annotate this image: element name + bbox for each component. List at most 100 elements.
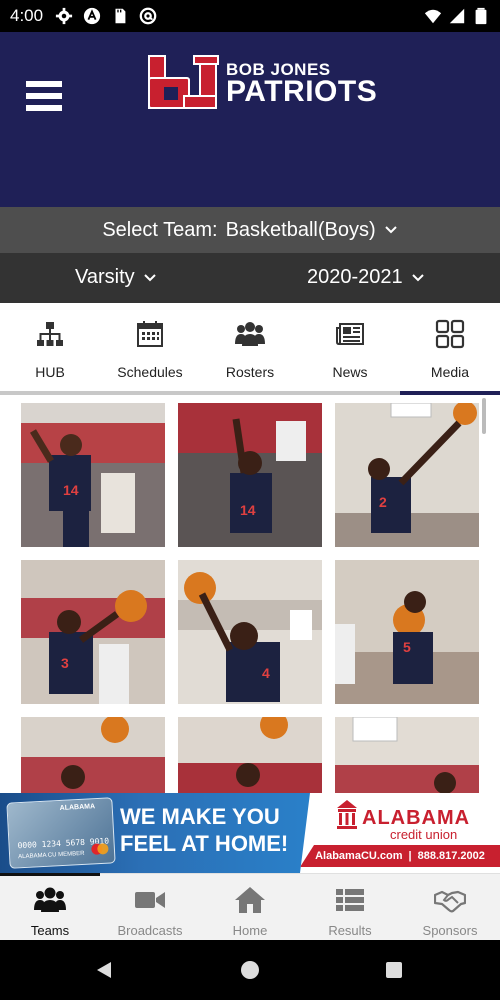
photo-image	[178, 717, 322, 793]
tab-schedules[interactable]: Schedules	[100, 303, 200, 395]
tab-label: Media	[430, 364, 470, 380]
team-select-value: Basketball(Boys)	[225, 218, 376, 241]
section-tabs: HUB Schedules Rosters News Media	[0, 303, 500, 395]
team-logo: BOB JONES PATRIOTS	[148, 52, 378, 112]
status-left-icons	[55, 7, 157, 25]
photo-image: 5	[335, 560, 479, 704]
sitemap-icon	[37, 322, 63, 346]
ad-brand-sub: credit union	[390, 827, 458, 842]
ad-left-panel: ALABAMA 0000 1234 5678 9010 ALABAMA CU M…	[0, 793, 310, 873]
tab-label: News	[332, 364, 368, 380]
nav-label: Broadcasts	[117, 923, 183, 938]
tab-news[interactable]: News	[300, 303, 400, 395]
tab-label: Schedules	[117, 364, 183, 380]
team-select-prefix: Select Team:	[102, 218, 218, 241]
sponsor-ad-banner[interactable]: ALABAMA 0000 1234 5678 9010 ALABAMA CU M…	[0, 793, 500, 873]
nav-broadcasts[interactable]: Broadcasts	[100, 874, 200, 940]
recents-icon[interactable]	[384, 960, 404, 980]
ad-contact-bar: AlabamaCU.com | 888.817.2002	[300, 845, 500, 867]
grid-scrollbar[interactable]	[482, 398, 486, 434]
photo-image	[21, 717, 165, 793]
jersey-number: 14	[63, 482, 79, 498]
ad-right-panel: ALABAMA credit union AlabamaCU.com | 888…	[300, 793, 500, 873]
ad-slogan-line2: FEEL AT HOME!	[120, 831, 289, 856]
nav-home[interactable]: Home	[200, 874, 300, 940]
nav-label: Results	[328, 923, 372, 938]
tab-rosters[interactable]: Rosters	[200, 303, 300, 395]
photo-thumbnail[interactable]: 4	[178, 560, 322, 704]
card-logo-text: ALABAMA	[59, 803, 96, 813]
photo-thumbnail[interactable]: 14	[178, 403, 322, 547]
photo-image	[335, 717, 479, 793]
wifi-icon	[424, 9, 442, 24]
app-header: BOB JONES PATRIOTS	[0, 32, 500, 207]
photo-image: 14	[21, 403, 165, 547]
nav-sponsors[interactable]: Sponsors	[400, 874, 500, 940]
menu-button[interactable]	[26, 81, 62, 111]
chevron-down-icon	[384, 226, 397, 234]
photo-thumbnail[interactable]	[178, 717, 322, 793]
nav-active-indicator	[0, 873, 100, 876]
menu-bar	[26, 93, 62, 99]
season-select[interactable]: 2020-2021	[307, 266, 425, 289]
signal-icon	[449, 8, 465, 24]
ad-separator: |	[408, 850, 412, 862]
photo-thumbnail[interactable]: 2	[335, 403, 479, 547]
video-camera-icon	[135, 892, 165, 908]
photo-thumbnail[interactable]: 3	[21, 560, 165, 704]
photo-thumbnail[interactable]	[335, 717, 479, 793]
tab-media[interactable]: Media	[400, 303, 500, 395]
nav-label: Teams	[30, 923, 70, 938]
sub-select-bar: Varsity 2020-2021	[0, 253, 500, 303]
jersey-number: 5	[403, 639, 411, 655]
chevron-down-icon	[143, 273, 156, 281]
nav-label: Home	[232, 923, 268, 938]
calendar-icon	[137, 321, 163, 347]
jersey-number: 2	[379, 494, 387, 510]
media-photo-grid: 14 14 2 3 4 5	[0, 395, 500, 793]
grid-icon	[435, 319, 465, 349]
ad-website: AlabamaCU.com	[315, 850, 403, 862]
bottom-navigation: Teams Broadcasts Home Results Sponsors	[0, 873, 500, 940]
jersey-number: 4	[262, 665, 270, 681]
card-holder: ALABAMA CU MEMBER	[18, 850, 85, 861]
nav-label: Sponsors	[422, 923, 478, 938]
users-icon	[34, 887, 66, 912]
photo-image: 2	[335, 403, 479, 547]
tab-label: HUB	[35, 364, 65, 380]
list-icon	[336, 889, 364, 911]
home-icon	[235, 887, 265, 913]
menu-bar	[26, 105, 62, 111]
nav-results[interactable]: Results	[300, 874, 400, 940]
bank-building-icon	[337, 800, 357, 829]
system-navigation-bar	[0, 940, 500, 1000]
jersey-number: 3	[61, 655, 69, 671]
status-time: 4:00	[10, 6, 44, 25]
home-circle-icon[interactable]	[240, 960, 260, 980]
season-select-value: 2020-2021	[307, 266, 403, 288]
mastercard-icon	[91, 843, 109, 855]
bj-logo-mark	[148, 55, 219, 109]
handshake-icon	[434, 890, 466, 913]
nav-teams[interactable]: Teams	[0, 873, 100, 940]
status-bar: 4:00	[0, 0, 500, 32]
back-icon[interactable]	[94, 960, 114, 980]
team-select[interactable]: Select Team: Basketball(Boys)	[0, 207, 500, 253]
menu-bar	[26, 81, 62, 87]
newspaper-icon	[336, 323, 364, 345]
battery-icon	[475, 7, 487, 25]
gear-icon	[55, 7, 73, 25]
photo-thumbnail[interactable]: 5	[335, 560, 479, 704]
photo-thumbnail[interactable]	[21, 717, 165, 793]
tab-hub[interactable]: HUB	[0, 303, 100, 395]
level-select[interactable]: Varsity	[75, 266, 157, 289]
at-icon	[139, 7, 157, 25]
ad-phone: 888.817.2002	[417, 850, 485, 862]
ad-slogan-line1: WE MAKE YOU	[120, 804, 280, 829]
app-a-icon	[83, 7, 101, 25]
photo-thumbnail[interactable]: 14	[21, 403, 165, 547]
sd-card-icon	[115, 8, 126, 24]
users-icon	[235, 322, 265, 346]
photo-image: 14	[178, 403, 322, 547]
jersey-number: 14	[240, 502, 256, 518]
